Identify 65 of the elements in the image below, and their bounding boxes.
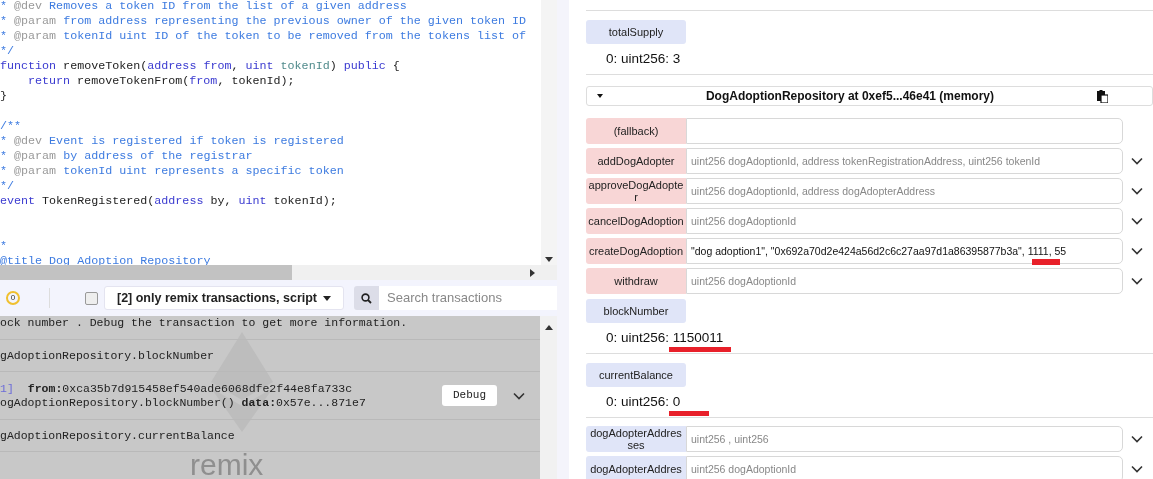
function-button[interactable]: createDogAdoption xyxy=(586,238,686,265)
code-line: */ xyxy=(0,179,16,194)
filter-checkbox[interactable] xyxy=(85,291,98,305)
arguments-field[interactable]: uint256 dogAdoptionId xyxy=(686,456,1123,479)
chevron-down-icon[interactable] xyxy=(1131,157,1143,166)
code-line: * @param by address of the registrar xyxy=(0,149,254,164)
chevron-down-icon[interactable] xyxy=(1131,247,1143,256)
console-text: gAdoptionRepository.blockNumber xyxy=(0,348,215,363)
search-icon xyxy=(361,292,372,304)
function-button[interactable]: dogAdopterAddres xyxy=(586,456,686,479)
function-button[interactable]: (fallback) xyxy=(586,118,686,145)
output-text: 0: uint256: 3 xyxy=(606,50,681,69)
code-line: /** xyxy=(0,119,23,134)
code-line: } xyxy=(0,89,8,104)
arguments-field[interactable]: uint256 dogAdoptionId xyxy=(686,208,1123,235)
caret-icon[interactable] xyxy=(597,94,603,99)
arguments-field[interactable]: "dog adoption1", "0x692a70d2e424a56d2c6c27aa97d1a86395877b3a", 1111, 55 xyxy=(686,238,1123,265)
chevron-down-icon[interactable] xyxy=(1131,277,1143,286)
chevron-down-icon[interactable] xyxy=(1131,465,1143,474)
chevron-down-icon[interactable] xyxy=(1131,435,1143,444)
chevron-down-icon[interactable] xyxy=(1131,217,1143,226)
console-text: gAdoptionRepository.currentBalance xyxy=(0,428,236,443)
filter-dropdown[interactable]: [2] only remix transactions, script xyxy=(104,286,344,310)
scroll-right-icon[interactable] xyxy=(530,268,535,277)
code-line: * xyxy=(0,239,8,254)
pending-count-badge[interactable]: 0 xyxy=(6,291,20,305)
vertical-scrollbar[interactable] xyxy=(541,0,557,265)
code-line: */ xyxy=(0,44,16,59)
code-line: return removeTokenFrom(from, tokenId); xyxy=(27,74,296,89)
function-button[interactable]: totalSupply xyxy=(586,20,686,45)
arguments-field[interactable]: uint256 dogAdoptionId, address dogAdopterAddress xyxy=(686,178,1123,205)
caret-down-icon xyxy=(323,295,332,301)
vertical-scrollbar[interactable] xyxy=(540,316,557,479)
clipboard-icon[interactable] xyxy=(1097,89,1108,103)
function-button[interactable]: dogAdopterAddresses xyxy=(586,426,686,453)
debug-button[interactable]: Debug xyxy=(442,385,497,406)
code-line: * @dev Event is registered if token is registered xyxy=(0,134,345,149)
code-line: function removeToken(address from, uint tokenId) public { xyxy=(0,59,401,74)
console-text: ock number . Debug the transaction to get more information. xyxy=(0,316,409,330)
console-text: 1] from:0xca35b7d915458ef540ade6068dfe2f44e8fa733c xyxy=(0,381,354,396)
remix-watermark-text: remix xyxy=(190,452,264,478)
code-line: * @param tokenId uint ID of the token to be removed from the tokens list of xyxy=(0,29,528,44)
arguments-field[interactable]: uint256 , uint256 xyxy=(686,426,1123,453)
code-line: * @param from address representing the previous owner of the given token ID xyxy=(0,14,528,29)
code-line: * @dev Removes a token ID from the list of a given address xyxy=(0,0,408,14)
output-text: 0: uint256: 1150011 xyxy=(606,328,724,349)
function-button[interactable]: approveDogAdopter xyxy=(586,178,686,205)
horizontal-scrollbar[interactable] xyxy=(0,265,557,280)
function-button[interactable]: cancelDogAdoption xyxy=(586,208,686,235)
code-line: * @param tokenId uint represents a specific token xyxy=(0,164,345,179)
function-button[interactable]: currentBalance xyxy=(586,363,686,388)
chevron-down-icon[interactable] xyxy=(1131,187,1143,196)
output-text: 0: uint256: 0 xyxy=(606,392,681,413)
function-button[interactable]: withdraw xyxy=(586,268,686,295)
arguments-field[interactable]: uint256 dogAdoptionId xyxy=(686,268,1123,295)
scroll-up-icon[interactable] xyxy=(544,325,553,330)
console-text: ogAdoptionRepository.blockNumber() data:0x57e...871e7 xyxy=(0,395,367,410)
scroll-down-icon[interactable] xyxy=(545,257,553,262)
chevron-down-icon[interactable] xyxy=(513,391,525,400)
code-line: event TokenRegistered(address by, uint tokenId); xyxy=(0,194,338,209)
contract-title: DogAdoptionRepository at 0xef5...46e41 (memory) xyxy=(704,88,996,106)
arguments-field[interactable]: uint256 dogAdoptionId, address tokenRegistrationAddress, uint256 tokenId xyxy=(686,148,1123,175)
function-button[interactable]: blockNumber xyxy=(586,299,686,324)
contract-header[interactable]: DogAdoptionRepository at 0xef5...46e41 (memory) xyxy=(586,86,1153,107)
function-button[interactable]: addDogAdopter xyxy=(586,148,686,175)
